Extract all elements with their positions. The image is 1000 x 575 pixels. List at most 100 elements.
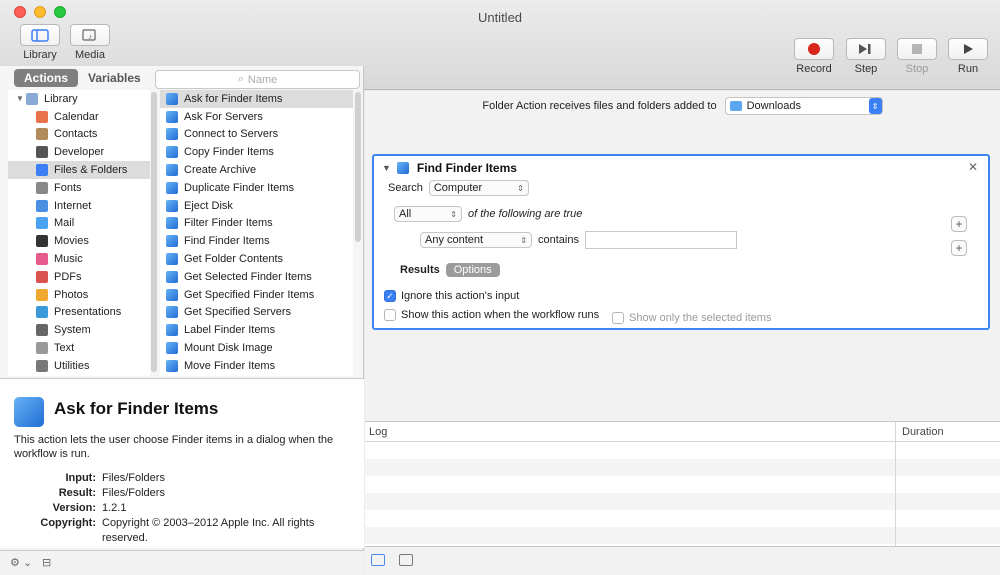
action-list-item[interactable]: Ask For Servers [160, 108, 353, 126]
library-category-item[interactable]: Files & Folders [8, 161, 150, 179]
finder-icon [14, 397, 44, 427]
finder-icon [166, 342, 178, 355]
close-icon[interactable]: ✕ [968, 160, 978, 174]
tab-options[interactable]: Options [445, 263, 500, 277]
step-button[interactable]: Step [846, 38, 886, 75]
content-value: Any content [425, 234, 484, 246]
checkmark-icon: ✓ [384, 290, 396, 302]
duration-column-header[interactable]: Duration [902, 426, 944, 438]
find-finder-items-action[interactable]: ▼ Find Finder Items ✕ Search Computer ⇕ … [372, 154, 990, 330]
library-category-item[interactable]: Contacts [8, 126, 150, 144]
action-list-item[interactable]: Get Specified Finder Items [160, 286, 353, 304]
action-list-item[interactable]: Filter Finder Items [160, 215, 353, 233]
category-icon [36, 217, 48, 230]
contains-field[interactable] [584, 231, 737, 249]
record-button[interactable]: Record [794, 38, 834, 75]
library-footer: ⚙ ⌄ ⊟ [0, 550, 364, 575]
description-meta: Input: Files/Folders Result: Files/Folders… [14, 471, 344, 546]
action-title: Find Finder Items [416, 161, 517, 175]
finder-icon [166, 181, 178, 194]
library-button[interactable]: Library [20, 24, 60, 61]
tab-actions[interactable]: Actions [14, 69, 79, 87]
action-list-label: Connect to Servers [184, 128, 279, 141]
action-list-item[interactable]: Create Archive [160, 161, 353, 179]
chevron-updown-icon: ⇕ [450, 209, 457, 219]
tab-results[interactable]: Results [400, 264, 440, 276]
library-category-label: Music [54, 253, 83, 266]
show-action-label: Show this action when the workflow runs [401, 309, 600, 321]
category-icon [36, 146, 48, 159]
folder-popup[interactable]: Downloads ⇕ [724, 97, 883, 115]
action-list-item[interactable]: Find Finder Items [160, 232, 353, 250]
action-list-item[interactable]: Duplicate Finder Items [160, 179, 353, 197]
version-label: Version: [52, 502, 96, 514]
action-list-item[interactable]: Get Folder Contents [160, 250, 353, 268]
variables-view-icon[interactable] [399, 554, 413, 566]
actions-list: Ask for Finder Items Ask For Servers Conne… [160, 90, 353, 376]
library-category-item[interactable]: Fonts [8, 179, 150, 197]
log-column-header[interactable]: Log [369, 426, 387, 438]
library-category-item[interactable]: Presentations [8, 304, 150, 322]
library-category-item[interactable]: Internet [8, 197, 150, 215]
search-scope-row: Search Computer ⇕ [388, 180, 529, 196]
run-button[interactable]: Run [948, 38, 988, 75]
collapse-triangle-icon[interactable]: ▼ [382, 163, 391, 173]
library-category-item[interactable]: PDFs [8, 268, 150, 286]
action-list-item[interactable]: Ask for Finder Items [160, 90, 353, 108]
finder-icon [166, 324, 178, 337]
search-scope-popup[interactable]: Computer ⇕ [428, 180, 529, 196]
tab-variables[interactable]: Variables [78, 69, 151, 87]
finder-icon [166, 235, 178, 248]
popup-chevron-icon: ⇕ [868, 98, 882, 114]
log-view-icon[interactable] [371, 554, 385, 566]
library-category-item[interactable]: Photos [8, 286, 150, 304]
action-list-item[interactable]: Eject Disk [160, 197, 353, 215]
show-selected-checkbox[interactable]: Show only the selected items [612, 312, 771, 324]
window-title: Untitled [477, 10, 523, 25]
finder-icon [166, 199, 178, 212]
description-toggle-icon[interactable]: ⊟ [42, 556, 51, 569]
record-icon [794, 38, 834, 60]
stop-button[interactable]: Stop [897, 38, 937, 75]
ignore-input-checkbox[interactable]: ✓ Ignore this action's input [384, 290, 519, 302]
add-subcriterion-button[interactable]: + [951, 240, 967, 256]
ignore-input-label: Ignore this action's input [401, 290, 520, 302]
search-input[interactable]: ⌕ Name [155, 70, 360, 89]
library-category-item[interactable]: Utilities [8, 357, 150, 375]
action-list-label: Duplicate Finder Items [184, 181, 295, 194]
log-header: Log Duration [365, 422, 1000, 547]
actions-scrollbar[interactable] [355, 92, 361, 242]
library-category-item[interactable]: Calendar [8, 108, 150, 126]
library-category-item[interactable]: Movies [8, 232, 150, 250]
match-popup[interactable]: All ⇕ [394, 206, 462, 222]
category-icon [36, 306, 48, 319]
library-category-item[interactable]: Mail [8, 215, 150, 233]
library-root-item[interactable]: ▼ Library [8, 90, 150, 108]
action-list-item[interactable]: Copy Finder Items [160, 143, 353, 161]
action-list-item[interactable]: Mount Disk Image [160, 339, 353, 357]
action-list-label: Ask For Servers [184, 110, 263, 123]
action-list-item[interactable]: Label Finder Items [160, 321, 353, 339]
add-criterion-button[interactable]: + [951, 216, 967, 232]
library-category-label: Internet [54, 199, 92, 212]
content-popup[interactable]: Any content ⇕ [420, 232, 532, 248]
library-category-item[interactable]: System [8, 321, 150, 339]
column-divider[interactable] [895, 422, 896, 547]
show-action-checkbox[interactable]: Show this action when the workflow runs [384, 309, 599, 321]
library-category-item[interactable]: Music [8, 250, 150, 268]
gear-icon[interactable]: ⚙ ⌄ [10, 556, 32, 569]
library-scrollbar[interactable] [151, 92, 157, 372]
folder-action-label: Folder Action receives files and folders… [482, 100, 717, 112]
action-list-item[interactable]: Get Specified Servers [160, 304, 353, 322]
action-list-item[interactable]: Connect to Servers [160, 126, 353, 144]
action-list-item[interactable]: Get Selected Finder Items [160, 268, 353, 286]
match-value: All [399, 208, 412, 220]
library-button-label: Library [23, 49, 57, 61]
action-list-item[interactable]: Move Finder Items [160, 357, 353, 375]
library-category-label: Calendar [54, 110, 99, 123]
library-category-item[interactable]: Developer [8, 143, 150, 161]
disclosure-triangle-icon[interactable]: ▼ [16, 94, 26, 103]
search-icon: ⌕ [237, 73, 244, 85]
media-button[interactable]: ♪ Media [70, 24, 110, 61]
library-category-item[interactable]: Text [8, 339, 150, 357]
